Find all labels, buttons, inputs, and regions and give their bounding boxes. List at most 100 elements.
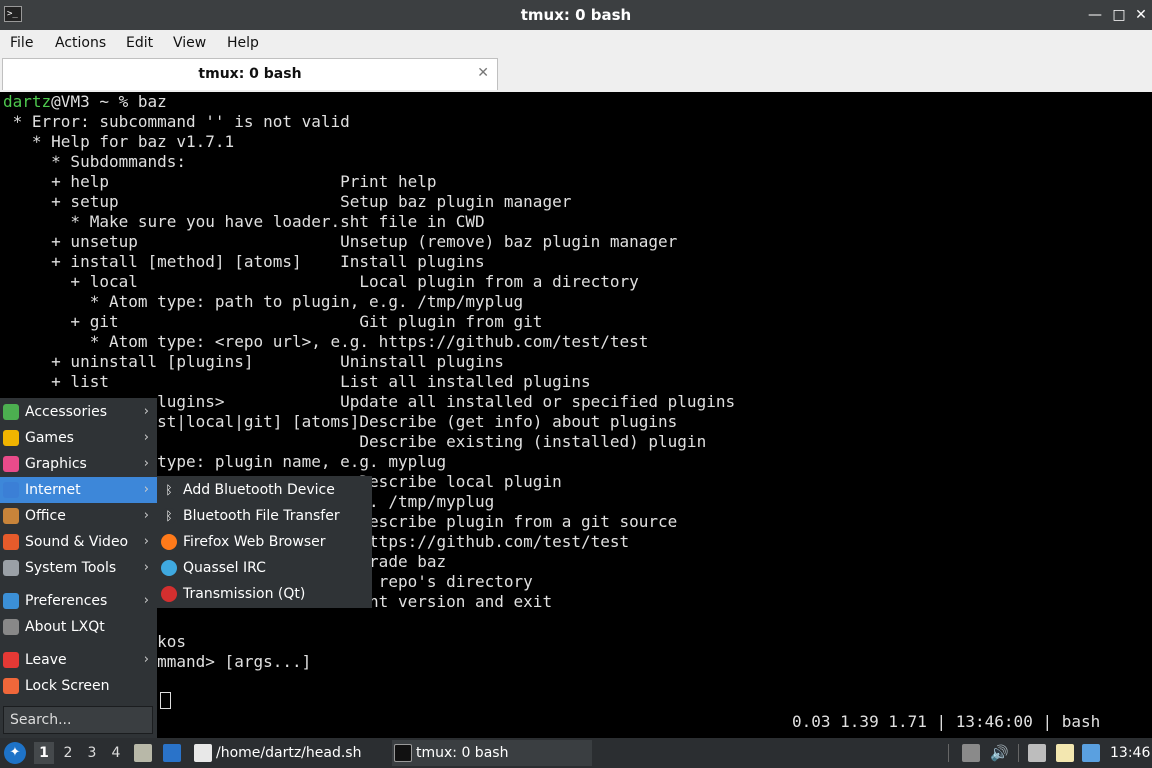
prompt-command: @VM3 ~ % baz <box>51 92 167 111</box>
menu-item-label: Preferences <box>25 593 108 609</box>
menu-item-label: Games <box>25 430 74 446</box>
taskbar: ✦ 1 2 3 4 /home/dartz/head.sh tmux: 0 ba… <box>0 738 1152 768</box>
menu-item-label: Lock Screen <box>25 678 110 694</box>
clipboard-icon[interactable] <box>1056 744 1074 762</box>
submenu-item-add-bluetooth-device[interactable]: ᛒ Add Bluetooth Device <box>157 477 372 503</box>
menu-item-label: Accessories <box>25 404 108 420</box>
submenu-item-label: Add Bluetooth Device <box>183 482 335 498</box>
bluetooth-icon: ᛒ <box>161 508 177 524</box>
power-icon <box>3 652 19 668</box>
submenu-item-transmission[interactable]: Transmission (Qt) <box>157 581 372 607</box>
terminal-line: + setup Setup baz plugin manager <box>3 192 572 211</box>
desktop-3[interactable]: 3 <box>82 742 102 764</box>
info-icon <box>3 619 19 635</box>
tab-close-icon[interactable]: ✕ <box>477 59 489 87</box>
system-tools-icon <box>3 560 19 576</box>
menu-item-office[interactable]: Office › <box>0 503 157 529</box>
menu-item-label: About LXQt <box>25 619 105 635</box>
submenu-item-firefox[interactable]: Firefox Web Browser <box>157 529 372 555</box>
submenu-item-label: Quassel IRC <box>183 560 266 576</box>
task-head-sh[interactable]: /home/dartz/head.sh <box>192 740 388 766</box>
menu-item-label: Graphics <box>25 456 87 472</box>
menu-search-input[interactable] <box>4 707 152 733</box>
menu-item-preferences[interactable]: Preferences › <box>0 588 157 614</box>
removable-media-icon[interactable] <box>962 744 980 762</box>
chevron-right-icon: › <box>143 456 149 471</box>
menu-item-lock-screen[interactable]: Lock Screen <box>0 673 157 699</box>
menu-item-system-tools[interactable]: System Tools › <box>0 555 157 581</box>
transmission-icon <box>161 586 177 602</box>
terminal-area[interactable]: dartz@VM3 ~ % baz * Error: subcommand ''… <box>0 92 1152 738</box>
prompt-line: dartz@VM3 ~ % baz <box>3 92 167 112</box>
file-manager-icon[interactable] <box>134 744 152 762</box>
desktop-4[interactable]: 4 <box>106 742 126 764</box>
menu-file[interactable]: File <box>10 30 33 56</box>
tab-tmux-bash[interactable]: tmux: 0 bash ✕ <box>2 58 498 90</box>
menu-item-accessories[interactable]: Accessories › <box>0 399 157 425</box>
terminal-line: * Error: subcommand '' is not valid <box>3 112 350 131</box>
terminal-line: * Subdommands: <box>3 152 187 171</box>
menu-help[interactable]: Help <box>227 30 259 56</box>
maximize-button[interactable]: □ <box>1108 4 1130 26</box>
task-tmux-bash[interactable]: tmux: 0 bash <box>392 740 592 766</box>
menu-item-about-lxqt[interactable]: About LXQt <box>0 614 157 640</box>
desktop-1[interactable]: 1 <box>34 742 54 764</box>
show-desktop-icon[interactable] <box>163 744 181 762</box>
volume-icon[interactable]: 🔊 <box>990 744 1009 762</box>
menu-item-label: Office <box>25 508 66 524</box>
menu-item-label: Sound & Video <box>25 534 129 550</box>
menu-item-graphics[interactable]: Graphics › <box>0 451 157 477</box>
terminal-line: + install [method] [atoms] Install plugi… <box>3 252 485 271</box>
network-icon[interactable] <box>1028 744 1046 762</box>
submenu-item-label: Firefox Web Browser <box>183 534 326 550</box>
terminal-line: + list List all installed plugins <box>3 372 591 391</box>
update-notifier-icon[interactable] <box>1082 744 1100 762</box>
window-titlebar: >_ tmux: 0 bash — □ ✕ <box>0 0 1152 30</box>
tab-label: tmux: 0 bash <box>198 66 302 82</box>
chevron-right-icon: › <box>143 652 149 667</box>
menu-item-label: Internet <box>25 482 81 498</box>
menu-actions[interactable]: Actions <box>55 30 106 56</box>
clock[interactable]: 13:46 <box>1110 738 1150 768</box>
tray-separator <box>1018 744 1019 762</box>
tray-separator <box>948 744 949 762</box>
firefox-icon <box>161 534 177 550</box>
tab-bar: tmux: 0 bash ✕ <box>0 56 1152 93</box>
submenu-item-label: Bluetooth File Transfer <box>183 508 340 524</box>
terminal-line: + help Print help <box>3 172 437 191</box>
menu-edit[interactable]: Edit <box>126 30 153 56</box>
window-title: tmux: 0 bash <box>520 6 632 24</box>
submenu-item-quassel-irc[interactable]: Quassel IRC <box>157 555 372 581</box>
menu-item-games[interactable]: Games › <box>0 425 157 451</box>
chevron-right-icon: › <box>143 560 149 575</box>
menu-view[interactable]: View <box>173 30 206 56</box>
menu-item-label: Leave <box>25 652 67 668</box>
terminal-line: * Atom type: <repo url>, e.g. https://gi… <box>3 332 649 351</box>
terminal-line: + unsetup Unsetup (remove) baz plugin ma… <box>3 232 678 251</box>
close-window-button[interactable]: ✕ <box>1130 4 1152 26</box>
games-icon <box>3 430 19 446</box>
chevron-right-icon: › <box>143 404 149 419</box>
desktop-2[interactable]: 2 <box>58 742 78 764</box>
menu-item-label: System Tools <box>25 560 117 576</box>
internet-submenu: ᛒ Add Bluetooth Device ᛒ Bluetooth File … <box>157 476 372 608</box>
chevron-right-icon: › <box>143 593 149 608</box>
menu-item-leave[interactable]: Leave › <box>0 647 157 673</box>
terminal-line: + uninstall [plugins] Uninstall plugins <box>3 352 504 371</box>
terminal-line: * Atom type: path to plugin, e.g. /tmp/m… <box>3 292 524 311</box>
lxqt-start-icon[interactable]: ✦ <box>4 742 26 764</box>
menu-item-sound-video[interactable]: Sound & Video › <box>0 529 157 555</box>
bluetooth-icon: ᛒ <box>161 482 177 498</box>
chevron-right-icon: › <box>143 508 149 523</box>
menu-item-internet[interactable]: Internet › <box>0 477 157 503</box>
text-editor-icon <box>194 744 212 762</box>
terminal-line: * Help for baz v1.7.1 <box>3 132 235 151</box>
submenu-item-bluetooth-file-transfer[interactable]: ᛒ Bluetooth File Transfer <box>157 503 372 529</box>
minimize-button[interactable]: — <box>1084 4 1106 26</box>
chevron-right-icon: › <box>143 534 149 549</box>
graphics-icon <box>3 456 19 472</box>
office-icon <box>3 508 19 524</box>
task-label: /home/dartz/head.sh <box>216 745 362 761</box>
prompt-user: dartz <box>3 92 52 111</box>
preferences-icon <box>3 593 19 609</box>
